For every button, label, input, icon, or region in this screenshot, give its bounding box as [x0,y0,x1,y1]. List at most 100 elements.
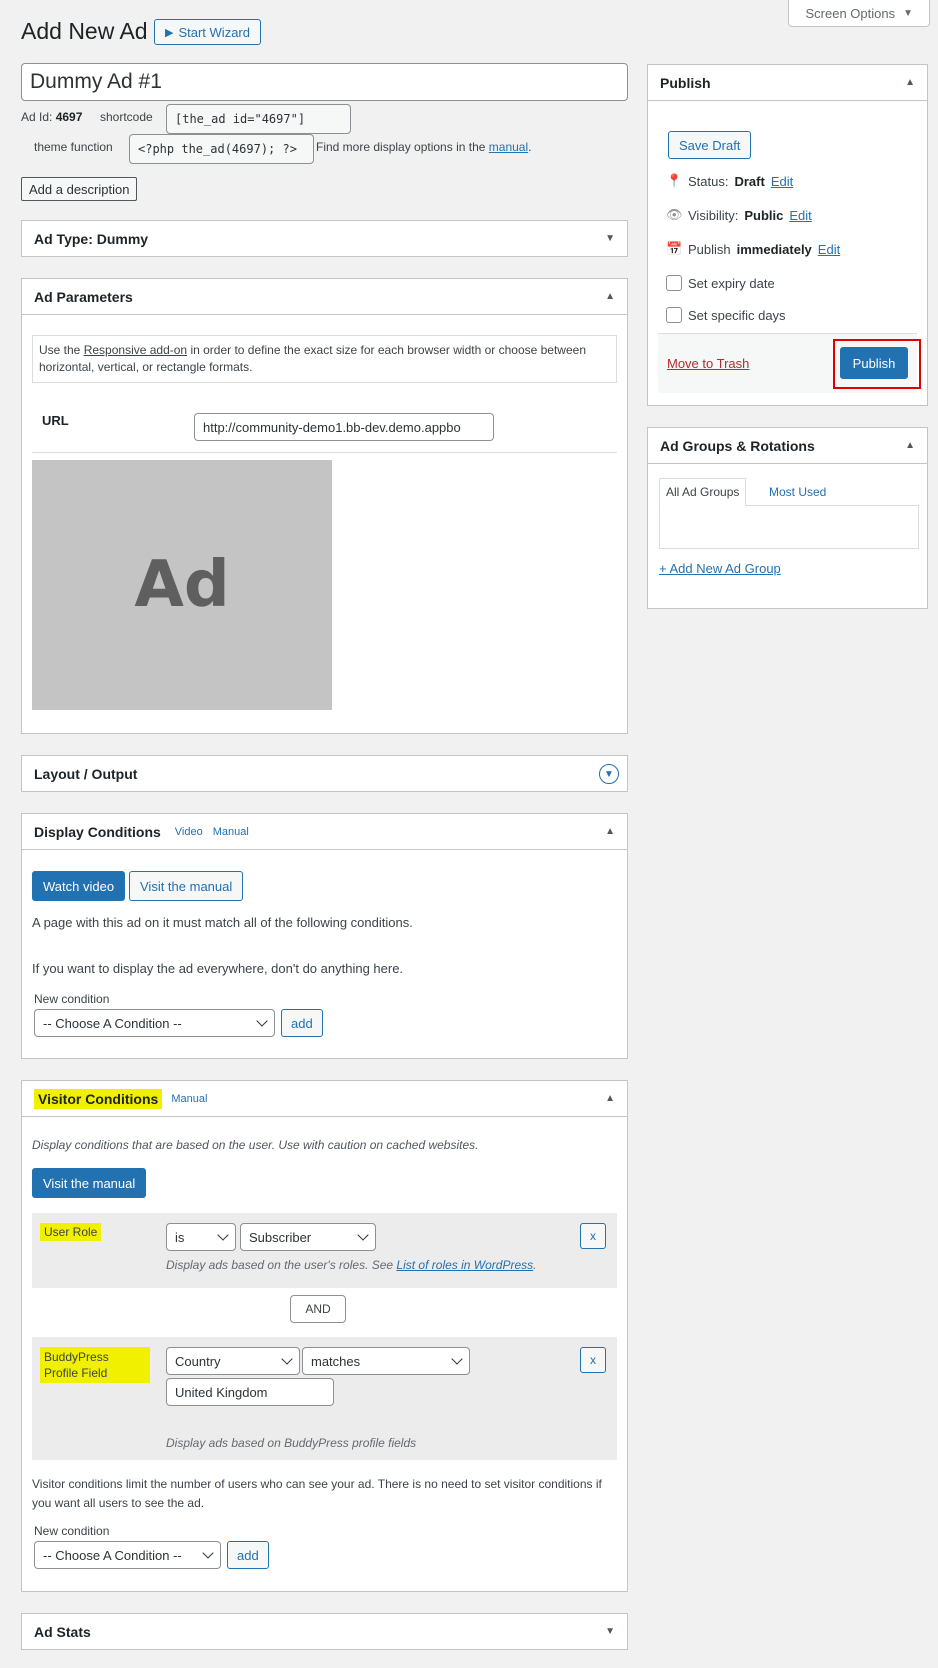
visibility-label: Visibility: [688,207,739,223]
screen-options-button[interactable]: Screen Options ▼ [788,0,930,27]
remove-condition-button[interactable]: x [580,1347,606,1373]
expiry-label: Set expiry date [688,275,775,291]
visit-manual-button[interactable]: Visit the manual [129,871,244,901]
start-wizard-button[interactable]: ▶ Start Wizard [154,19,261,45]
chevron-down-icon [202,1547,214,1559]
ad-stats-header[interactable]: Ad Stats ▼ [22,1614,627,1649]
user-role-condition: User Role is Subscriber Display ads base… [32,1213,617,1288]
layout-output-box: Layout / Output ▼ [21,755,628,792]
user-role-operator-select[interactable]: is [166,1223,236,1251]
profile-field-select[interactable]: Country [166,1347,300,1375]
ad-id-line: Ad Id: 4697 [21,110,82,124]
schedule-value: immediately [736,241,812,257]
pin-icon: 📍 [666,173,683,188]
responsive-notice: Use the Responsive add-on in order to de… [32,335,617,383]
buddypress-condition: BuddyPress Profile Field Country matches… [32,1337,617,1460]
display-manual-link[interactable]: Manual [213,826,249,838]
visitor-intro: Display conditions that are based on the… [32,1138,479,1152]
remove-condition-button[interactable]: x [580,1223,606,1249]
expand-arrow-icon[interactable]: ▲ [905,440,915,451]
and-connector[interactable]: AND [290,1295,346,1323]
notice-text-pre: Use the [39,343,84,357]
add-new-ad-group-link[interactable]: + Add New Ad Group [659,561,781,576]
layout-output-title: Layout / Output [34,765,138,782]
edit-visibility-link[interactable]: Edit [789,208,811,223]
visitor-manual-link[interactable]: Manual [171,1093,207,1105]
schedule-row: 📅 Publish immediately Edit [666,241,840,257]
collapse-arrow-icon[interactable]: ▼ [605,1626,615,1637]
edit-status-link[interactable]: Edit [771,174,793,189]
shortcode-label: shortcode [100,110,153,124]
theme-function-label: theme function [34,140,113,154]
new-condition-label: New condition [34,992,110,1006]
chevron-down-icon [217,1229,229,1241]
layout-output-header[interactable]: Layout / Output ▼ [22,756,627,791]
add-description-button[interactable]: Add a description [21,177,138,201]
status-value: Draft [734,173,765,189]
expand-arrow-icon[interactable]: ▲ [605,826,615,837]
video-link[interactable]: Video [175,826,203,838]
responsive-addon-link[interactable]: Responsive add-on [84,343,187,357]
visitor-visit-manual-button[interactable]: Visit the manual [32,1168,147,1198]
more-options-text: Find more display options in the [316,140,486,154]
user-role-desc-post: . [533,1258,537,1272]
user-role-value: Subscriber [249,1229,312,1245]
visitor-conditions-header[interactable]: Visitor Conditions Manual ▲ [22,1081,627,1117]
collapse-arrow-icon[interactable]: ▼ [605,233,615,244]
manual-link[interactable]: manual [489,140,528,154]
url-input[interactable]: http://community-demo1.bb-dev.demo.appbo [194,413,494,441]
publish-actions: Move to Trash Publish [658,333,921,393]
screen-options-label: Screen Options [805,5,896,21]
visibility-value: Public [744,207,784,223]
move-to-trash-link[interactable]: Move to Trash [667,356,749,371]
ad-id-label: Ad Id: [21,110,53,124]
tab-all-ad-groups[interactable]: All Ad Groups [659,478,747,506]
display-conditions-text-1: A page with this ad on it must match all… [32,915,413,930]
theme-function-field[interactable]: <?php the_ad(4697); ?> [129,134,314,164]
expand-arrow-icon[interactable]: ▲ [605,291,615,302]
display-conditions-box: Display Conditions Video Manual ▲ Watch … [21,813,628,1059]
publish-title: Publish [660,74,711,91]
ad-stats-title: Ad Stats [34,1623,91,1640]
expand-circle-icon[interactable]: ▼ [599,764,619,784]
publish-button[interactable]: Publish [840,347,908,379]
expand-arrow-icon[interactable]: ▲ [605,1093,615,1104]
visitor-condition-select[interactable]: -- Choose A Condition -- [34,1541,221,1569]
buddypress-label: BuddyPress Profile Field [40,1347,150,1383]
match-operator-select[interactable]: matches [302,1347,470,1375]
chevron-down-icon [357,1229,369,1241]
add-condition-button[interactable]: add [281,1009,323,1037]
chevron-down-icon [256,1015,268,1027]
profile-value-input[interactable]: United Kingdom [166,1378,334,1406]
edit-schedule-link[interactable]: Edit [818,242,840,257]
shortcode-field[interactable]: [the_ad id="4697"] [166,104,351,134]
roles-list-link[interactable]: List of roles in WordPress [396,1258,533,1272]
save-draft-button[interactable]: Save Draft [668,131,752,159]
ad-title-input[interactable]: Dummy Ad #1 [21,63,628,101]
visitor-footer-text: Visitor conditions limit the number of u… [32,1477,602,1510]
ad-type-header[interactable]: Ad Type: Dummy ▼ [22,221,627,256]
profile-field-value: Country [175,1353,221,1369]
user-role-description: Display ads based on the user's roles. S… [166,1258,536,1272]
watch-video-button[interactable]: Watch video [32,871,126,901]
display-conditions-header[interactable]: Display Conditions Video Manual ▲ [22,814,627,850]
user-role-select[interactable]: Subscriber [240,1223,376,1251]
divider [32,452,617,453]
ad-type-box: Ad Type: Dummy ▼ [21,220,628,257]
expand-arrow-icon[interactable]: ▲ [905,77,915,88]
caret-down-icon: ▼ [903,7,913,19]
ad-groups-header[interactable]: Ad Groups & Rotations ▲ [648,428,927,464]
page-title: Add New Ad [21,18,148,44]
ad-parameters-header[interactable]: Ad Parameters ▲ [22,279,627,315]
visitor-condition-select-value: -- Choose A Condition -- [43,1547,182,1563]
visitor-conditions-title: Visitor Conditions [34,1088,163,1109]
ad-stats-box: Ad Stats ▼ [21,1613,628,1650]
expiry-checkbox[interactable] [666,275,682,291]
ad-preview-text: Ad [134,548,230,622]
publish-header[interactable]: Publish ▲ [648,65,927,101]
specific-days-checkbox[interactable] [666,307,682,323]
condition-select-value: -- Choose A Condition -- [43,1015,182,1031]
tab-most-used[interactable]: Most Used [763,478,832,506]
add-visitor-condition-button[interactable]: add [227,1541,269,1569]
condition-select[interactable]: -- Choose A Condition -- [34,1009,275,1037]
